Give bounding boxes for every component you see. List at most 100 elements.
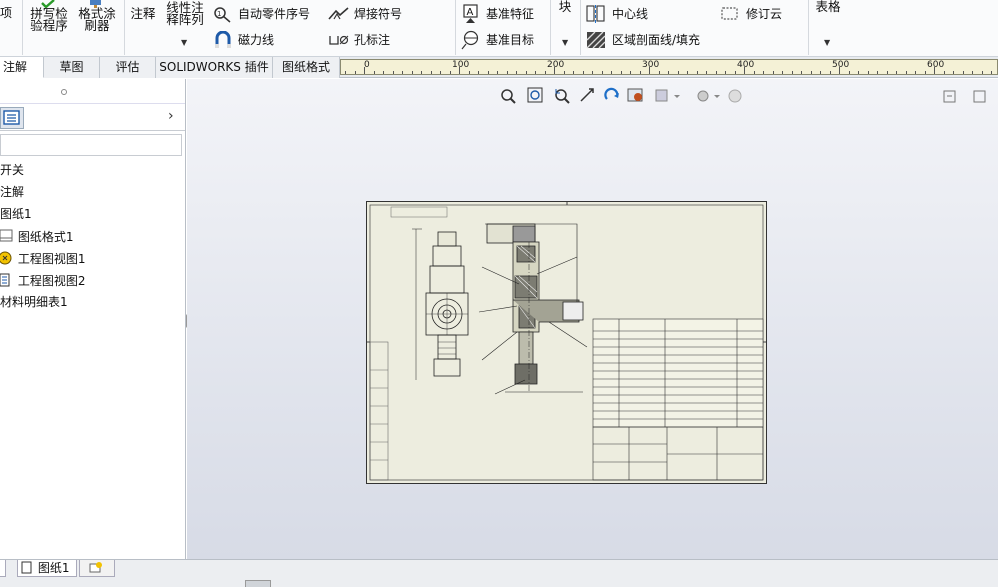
feature-manager-panel: › 开关 注解 图纸1 图纸格式1 工程图视图1 工程图视图2 材料明细表1: [0, 79, 186, 559]
partial-ribbon-button[interactable]: 项: [0, 7, 16, 20]
ruler-tick: [611, 71, 612, 74]
ruler-tick: [411, 71, 413, 74]
ruler-tick: [706, 71, 707, 74]
tab-evaluate[interactable]: 评估: [100, 57, 156, 78]
ruler-tick: [630, 71, 631, 74]
ruler-label: 300: [642, 60, 660, 70]
magnetic-line-button[interactable]: 磁力线: [238, 34, 274, 47]
tab-sheet-format[interactable]: 图纸格式: [273, 57, 340, 78]
maximize-icon: [973, 90, 986, 103]
ruler-tick: [905, 71, 907, 74]
tree-filter-input[interactable]: [0, 134, 182, 156]
drawing-view-icon: [0, 251, 12, 265]
drawing-sheet[interactable]: [366, 201, 767, 484]
hide-show-items-icon: [655, 89, 680, 102]
sheet-icon: [21, 561, 32, 574]
centerline-icon: [586, 5, 605, 23]
ruler-tick: [867, 71, 869, 74]
ruler-tick: [354, 71, 356, 74]
ruler-tick: [392, 71, 394, 74]
revision-cloud-icon: [721, 7, 738, 20]
ruler-tick: [601, 71, 603, 74]
chevron-down-icon[interactable]: ▼: [824, 38, 830, 47]
scene-icon: [728, 89, 742, 103]
tree-item-drawing-view1[interactable]: 工程图视图1: [0, 251, 85, 266]
ruler-tick: [449, 71, 451, 74]
tab-sketch[interactable]: 草图: [44, 57, 100, 78]
splitter-handle-icon[interactable]: [61, 89, 67, 95]
panel-tab-strip: ›: [0, 106, 185, 131]
ruler-tick: [753, 71, 755, 74]
tree-item-sheet-format1[interactable]: 图纸格式1: [0, 229, 73, 244]
datum-target-button[interactable]: 基准目标: [486, 34, 534, 47]
chevron-down-icon[interactable]: ▼: [562, 38, 568, 47]
ruler-tick: [696, 71, 698, 74]
ruler-tick: [725, 71, 726, 74]
ruler-tick: [468, 71, 470, 74]
tree-item-switch[interactable]: 开关: [0, 163, 24, 177]
ruler-tick: [506, 71, 508, 74]
status-bar-strip: [0, 580, 998, 587]
tab-solidworks-addins[interactable]: SOLIDWORKS 插件: [156, 57, 273, 78]
block-button[interactable]: 块: [556, 0, 574, 13]
section-view: [486, 223, 584, 392]
ruler-tick: [715, 71, 717, 74]
ruler-tick: [848, 71, 850, 74]
ruler-tick: [592, 71, 593, 74]
ruler-tick: [440, 71, 441, 74]
tab-annotation[interactable]: 注解: [0, 57, 44, 78]
panel-splitter[interactable]: [0, 79, 185, 104]
magnet-icon: [215, 31, 231, 48]
annotation-button[interactable]: 注释: [128, 7, 158, 20]
ruler-label: 400: [737, 60, 755, 70]
tree-item-bom1[interactable]: 材料明细表1: [0, 295, 68, 309]
sheet-nav-tab[interactable]: [0, 560, 6, 577]
area-hatch-button[interactable]: 区域剖面线/填充: [612, 34, 700, 47]
ruler-label: 200: [547, 60, 565, 70]
weld-symbol-button[interactable]: 焊接符号: [354, 8, 402, 21]
sheet-tab-sheet1[interactable]: 图纸1: [17, 560, 77, 577]
ruler-tick: [544, 71, 546, 74]
zoom-to-fit-icon: [501, 89, 516, 104]
ruler-label: 600: [927, 60, 945, 70]
ruler-tick: [639, 71, 641, 74]
bom-table: [592, 318, 764, 428]
chevron-down-icon[interactable]: ▼: [181, 38, 187, 47]
hole-callout-button[interactable]: 孔标注: [354, 34, 390, 47]
revision-cloud-button[interactable]: 修订云: [746, 8, 782, 21]
ruler-tick: [658, 71, 660, 74]
table-button[interactable]: 表格: [813, 0, 843, 13]
ruler-tick: [801, 71, 802, 74]
ruler-tick: [953, 71, 954, 74]
tree-item-drawing-view2[interactable]: 工程图视图2: [0, 273, 85, 288]
ruler-tick: [763, 71, 764, 74]
add-sheet-tab[interactable]: [79, 560, 115, 577]
linear-note-pattern-button[interactable]: 线性注 释阵列: [162, 1, 208, 26]
centerline-button[interactable]: 中心线: [612, 8, 648, 21]
zoom-area-icon: [527, 87, 543, 103]
ruler-tick: [402, 71, 403, 74]
ruler-label: 500: [832, 60, 850, 70]
hole-callout-icon: [329, 35, 349, 45]
datum-feature-button[interactable]: 基准特征: [486, 8, 534, 21]
front-view: [412, 228, 469, 380]
rotate-icon: [604, 87, 619, 100]
ruler-tick: [525, 71, 527, 74]
ruler-tick: [668, 71, 669, 74]
format-painter-button[interactable]: 格式涂 刷器: [74, 7, 120, 32]
feature-manager-tab[interactable]: [0, 107, 24, 129]
ruler-tick: [915, 71, 916, 74]
ruler-tick: [345, 71, 346, 74]
ruler-label: 100: [452, 60, 470, 70]
status-bar-control[interactable]: [245, 580, 271, 587]
ruler-tick: [516, 71, 517, 74]
ruler-tick: [373, 71, 375, 74]
tree-item-sheet1[interactable]: 图纸1: [0, 207, 32, 221]
ruler-tick: [943, 71, 945, 74]
chevron-right-icon[interactable]: ›: [168, 108, 174, 124]
ruler-tick: [383, 71, 384, 74]
tree-item-annotations[interactable]: 注解: [0, 185, 24, 199]
spell-check-button[interactable]: 拼写检 验程序: [26, 7, 72, 32]
command-manager-ribbon: 项 拼写检 验程序 格式涂 刷器 注释 线性注 释阵列 ▼ 1 自动零件序号 磁…: [0, 0, 998, 57]
auto-balloon-button[interactable]: 自动零件序号: [238, 8, 310, 21]
